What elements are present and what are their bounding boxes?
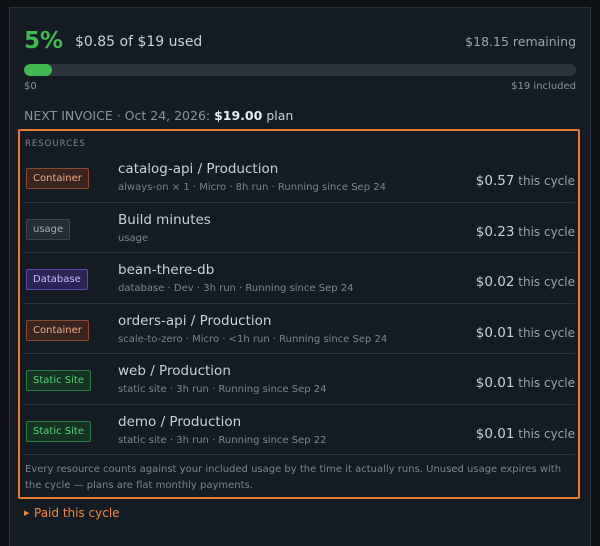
usage-percent: 5% xyxy=(24,28,64,54)
resource-row[interactable]: Static Site demo / Production static sit… xyxy=(23,405,575,455)
resource-cost-suffix: this cycle xyxy=(514,325,575,340)
resource-meta: static site · 3h run · Running since Sep… xyxy=(118,384,327,395)
resource-cost-value: $0.01 xyxy=(475,425,515,442)
invoice-plan-suffix: plan xyxy=(262,108,294,123)
resource-cost: $0.01 this cycle xyxy=(476,322,575,341)
usage-progress-fill xyxy=(24,64,52,76)
resource-cost-value: $0.02 xyxy=(475,274,515,290)
resource-cost-suffix: this cycle xyxy=(514,174,575,188)
progress-min-label: $0 xyxy=(24,81,37,92)
resource-cost-suffix: this cycle xyxy=(514,376,575,390)
resource-cost-suffix: this cycle xyxy=(514,426,575,441)
resource-type-badge: usage xyxy=(26,218,71,240)
paid-this-cycle-toggle[interactable]: ▶ Paid this cycle xyxy=(24,506,120,520)
progress-max-label: $19 included xyxy=(511,81,576,92)
resources-title: RESOURCES xyxy=(25,139,86,149)
resource-name: orders-api / Production xyxy=(118,312,272,329)
resource-row[interactable]: Container orders-api / Production scale-… xyxy=(23,304,575,354)
resource-row[interactable]: Static Site web / Production static site… xyxy=(23,354,575,405)
resource-name: bean-there-db xyxy=(118,262,215,278)
usage-header: 5% $0.85 of $19 used $18.15 remaining xyxy=(24,26,576,56)
resource-name: Build minutes xyxy=(118,211,211,228)
resource-type-badge: Container xyxy=(26,168,89,189)
invoice-colon: : xyxy=(205,108,215,123)
resource-meta: always-on × 1 · Micro · 8h run · Running… xyxy=(118,182,386,193)
resource-cost-suffix: this cycle xyxy=(514,224,575,239)
usage-progress-bar xyxy=(24,64,576,76)
resource-meta: scale-to-zero · Micro · <1h run · Runnin… xyxy=(118,333,388,345)
resource-type-badge: Static Site xyxy=(26,420,91,442)
resource-cost: $0.01 this cycle xyxy=(476,423,575,442)
resource-cost: $0.01 this cycle xyxy=(476,372,575,391)
resource-type-badge: Container xyxy=(26,319,89,341)
resources-note: Every resource counts against your inclu… xyxy=(25,464,562,491)
resource-type-badge: Database xyxy=(26,269,88,290)
resource-cost: $0.57 this cycle xyxy=(476,170,575,189)
resource-meta: database · Dev · 3h run · Running since … xyxy=(118,283,354,294)
invoice-separator: · xyxy=(112,108,125,123)
invoice-date: Oct 24, 2026 xyxy=(124,108,206,123)
invoice-label: NEXT INVOICE xyxy=(24,108,113,123)
resource-cost: $0.23 this cycle xyxy=(476,221,575,240)
resource-meta: static site · 3h run · Running since Sep… xyxy=(118,434,327,446)
resource-type-badge: Static Site xyxy=(26,370,91,391)
resource-cost-value: $0.57 xyxy=(475,173,515,189)
resource-name: demo / Production xyxy=(118,413,242,430)
resource-cost-suffix: this cycle xyxy=(514,275,575,289)
resource-meta: usage xyxy=(118,232,149,244)
resource-cost-value: $0.01 xyxy=(475,375,515,391)
invoice-amount: $19.00 xyxy=(214,108,263,123)
resources-list: Container catalog-api / Production alway… xyxy=(23,152,575,455)
usage-remaining-text: $18.15 remaining xyxy=(465,34,576,49)
resource-row[interactable]: usage Build minutes usage $0.23 this cyc… xyxy=(23,203,575,253)
resource-cost-value: $0.23 xyxy=(475,223,515,240)
resources-panel: RESOURCES Container catalog-api / Produc… xyxy=(18,129,580,499)
resource-cost-value: $0.01 xyxy=(475,324,515,341)
resource-row[interactable]: Database bean-there-db database · Dev · … xyxy=(23,253,575,304)
paid-this-cycle-label: Paid this cycle xyxy=(34,506,120,520)
caret-right-icon: ▶ xyxy=(24,509,30,517)
resource-name: web / Production xyxy=(118,363,231,379)
next-invoice: NEXT INVOICE · Oct 24, 2026: $19.00 plan xyxy=(24,107,293,125)
usage-used-text: $0.85 of $19 used xyxy=(75,34,203,50)
resource-name: catalog-api / Production xyxy=(118,161,279,177)
resource-row[interactable]: Container catalog-api / Production alway… xyxy=(23,152,575,203)
resource-cost: $0.02 this cycle xyxy=(476,271,575,290)
